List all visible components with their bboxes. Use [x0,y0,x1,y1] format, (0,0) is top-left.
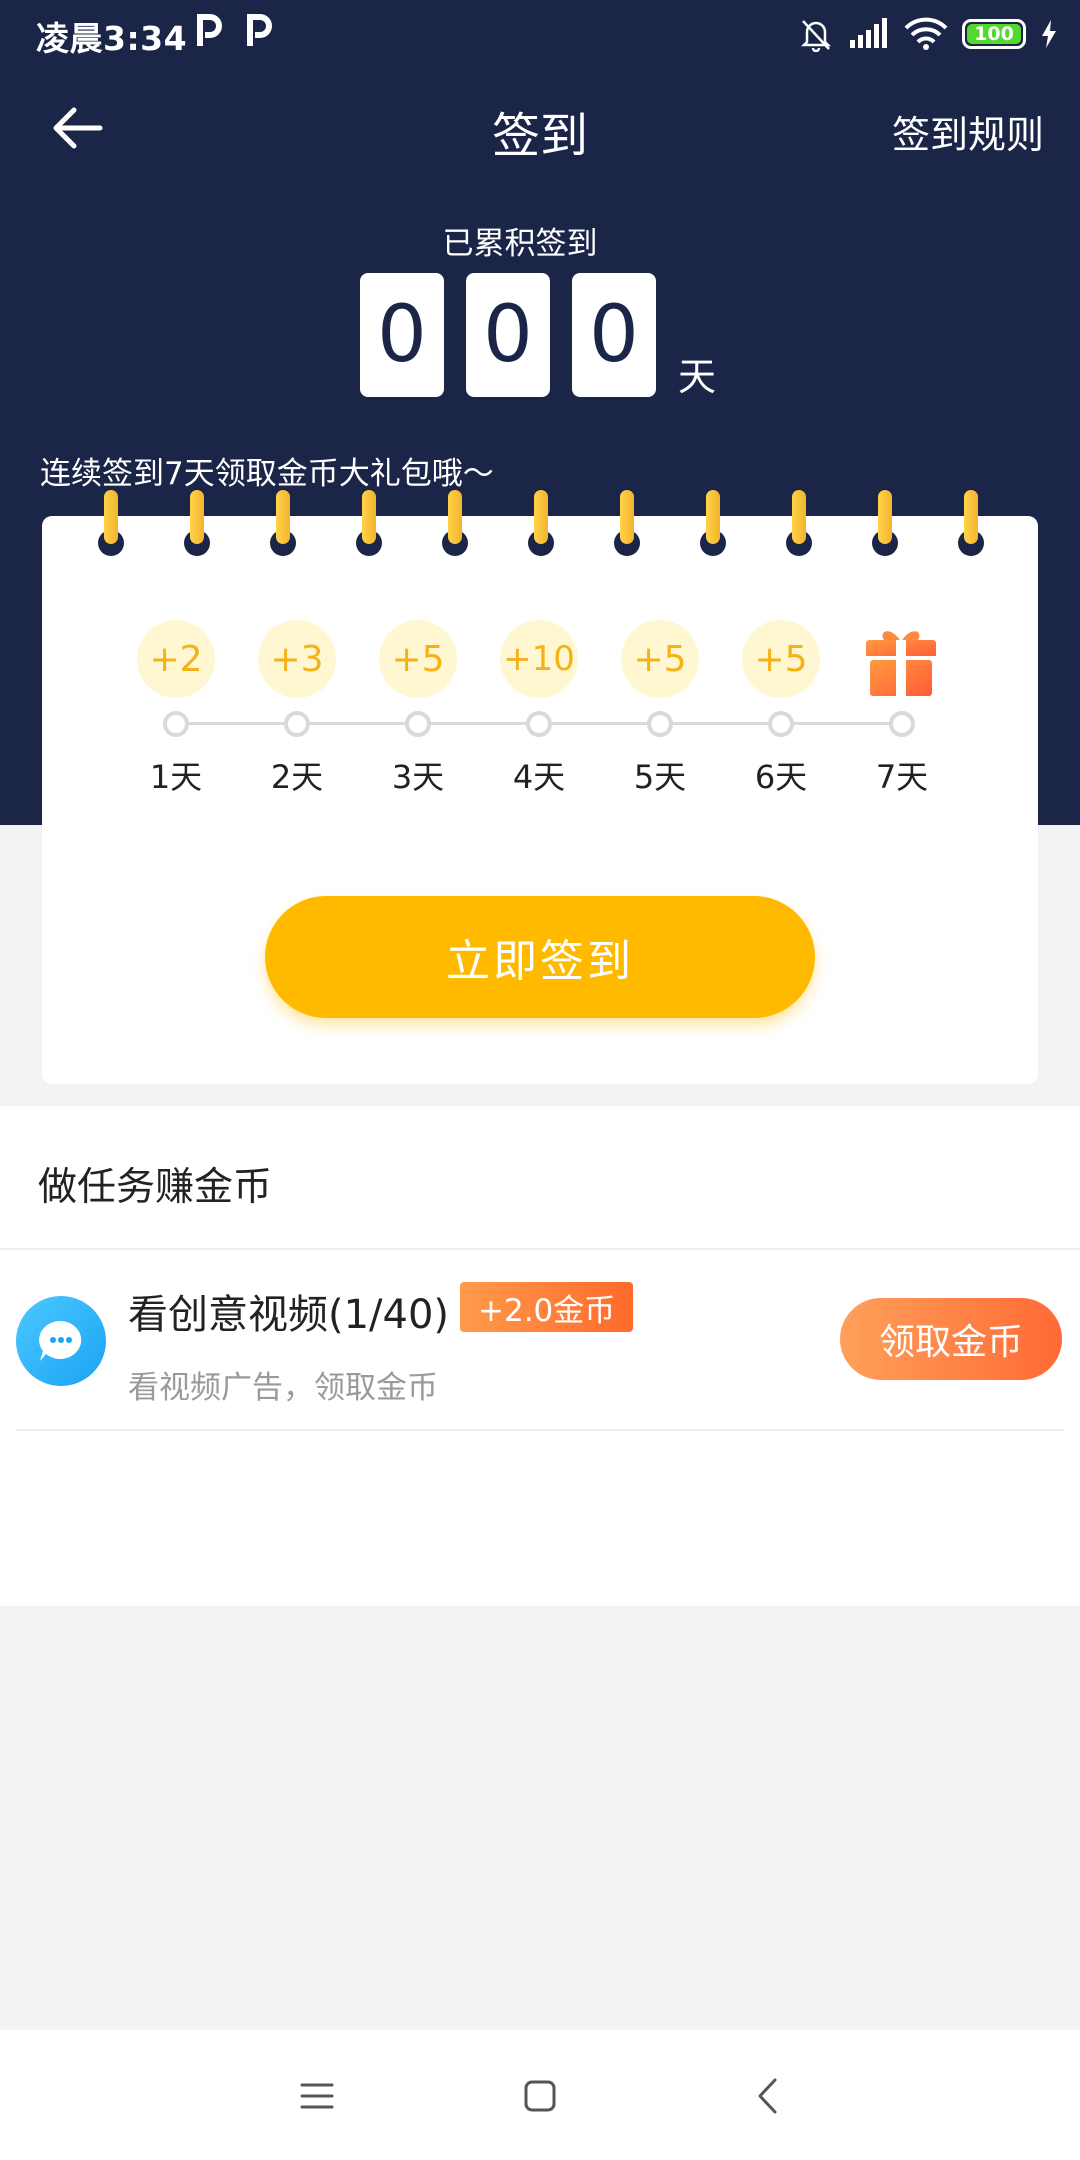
binder-ring [354,490,384,556]
day-label: 4天 [512,758,566,796]
day-label: 6天 [754,758,808,796]
signin-now-button[interactable]: 立即签到 [265,896,815,1018]
menu-icon[interactable] [287,2066,347,2126]
day-reward-badge: +5 [621,620,699,698]
binder-ring [268,490,298,556]
status-bar: 凌晨3:34 100 [0,0,1080,68]
day-reward-badge: +10 [500,620,578,698]
digit-card: 0 [360,273,444,397]
task-subtitle: 看视频广告，领取金币 [128,1370,438,1406]
day-dot [163,711,189,737]
day-label: 2天 [270,758,324,796]
task-title: 看创意视频(1/40) [128,1292,450,1338]
back-icon[interactable] [737,2066,797,2126]
binder-ring [96,490,126,556]
system-nav-bar [0,2030,1080,2160]
binder-ring [698,490,728,556]
status-icons: 100 [798,14,1058,54]
video-chat-icon [16,1296,106,1386]
charging-icon [1042,20,1056,48]
day-dot [405,711,431,737]
signin-rules-link[interactable]: 签到规则 [892,104,1044,159]
task-reward-badge: +2.0金币 [460,1282,634,1332]
parking-notification-icon [247,14,272,46]
binder-ring [956,490,986,556]
binder-ring [870,490,900,556]
day-unit-label: 天 [678,355,717,399]
promo-text: 连续签到7天领取金币大礼包哦～ [40,456,494,492]
day-label: 7天 [875,758,929,796]
day-dot [768,711,794,737]
bell-muted-icon [800,20,832,52]
battery-indicator: 100 [962,19,1026,49]
day-dot [526,711,552,737]
digit-card: 0 [572,273,656,397]
tasks-section: 做任务赚金币 看创意视频(1/40) +2.0金币 看视频广告，领取金币 领取金… [0,1106,1080,1606]
day-reward-badge: +5 [742,620,820,698]
day-reward-badge: +3 [258,620,336,698]
binder-ring [784,490,814,556]
divider [0,1248,1080,1250]
binder-ring [612,490,642,556]
parking-notification-icon [197,14,222,46]
signal-icon [850,18,887,48]
binder-ring [440,490,470,556]
wifi-icon [904,17,948,50]
divider [16,1429,1064,1431]
claim-coins-button[interactable]: 领取金币 [840,1298,1062,1380]
day-reward-badge: +5 [379,620,457,698]
accumulated-label: 已累积签到 [442,226,598,262]
binder-ring [526,490,556,556]
tasks-title: 做任务赚金币 [38,1165,273,1210]
home-icon[interactable] [510,2066,570,2126]
digit-card: 0 [466,273,550,397]
accumulated-digits: 0 0 0 [360,273,656,397]
back-arrow-icon[interactable] [48,98,108,158]
day-dot [889,711,915,737]
day-label: 5天 [633,758,687,796]
day-dot [284,711,310,737]
day-dot [647,711,673,737]
gift-icon [866,631,936,696]
day-label: 1天 [149,758,203,796]
binder-ring [182,490,212,556]
day-reward-badge: +2 [137,620,215,698]
day-label: 3天 [391,758,445,796]
status-time: 凌晨3:34 [36,19,188,58]
